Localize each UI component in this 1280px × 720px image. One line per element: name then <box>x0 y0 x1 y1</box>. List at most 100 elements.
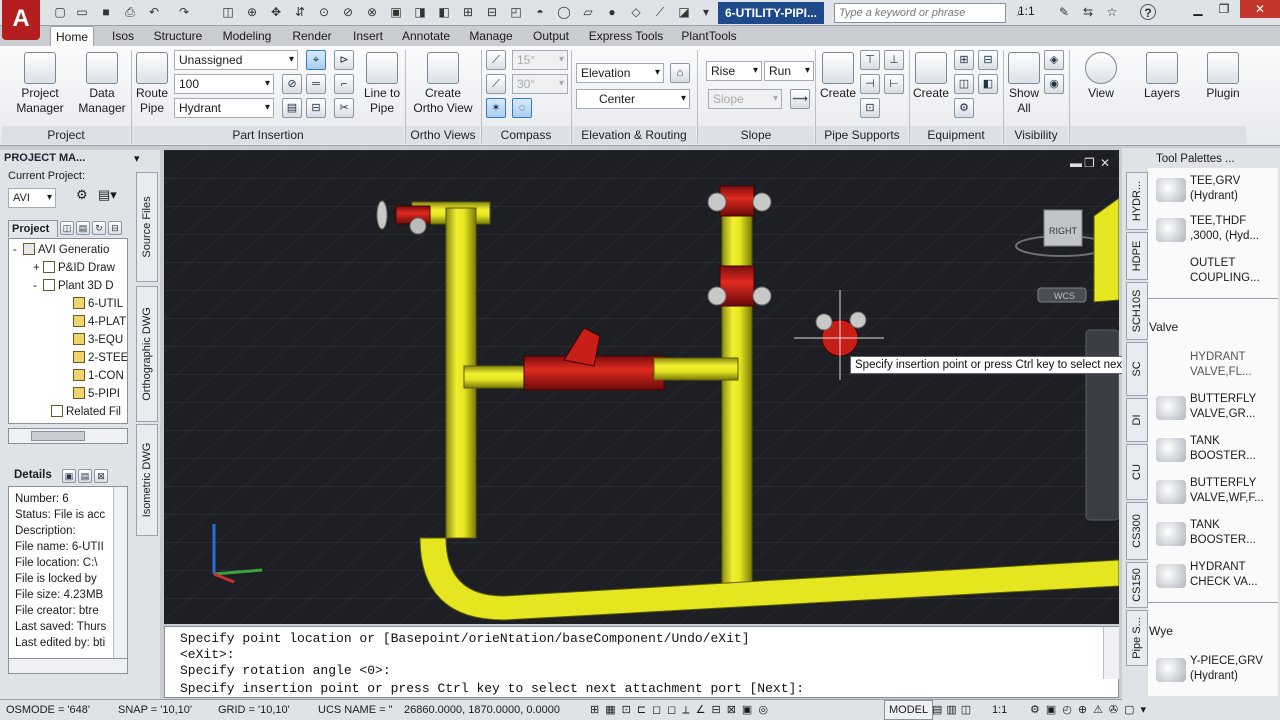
status-drafting-toggles[interactable]: ⊞▦⊡⊏◻◻⟂∠⊟⊠▣◎ <box>590 700 774 720</box>
line-to-pipe-button[interactable]: Line to Pipe <box>360 52 404 116</box>
justification-selector[interactable]: Center <box>576 89 690 109</box>
show-all-button[interactable]: Show All <box>1006 52 1042 116</box>
snap-tool-icon[interactable]: ⌖ <box>306 50 326 70</box>
create-ortho-view-button[interactable]: Create Ortho View <box>410 52 476 116</box>
tree-item[interactable]: 3-EQU <box>73 331 123 349</box>
visibility-tool-icon[interactable]: ◈ <box>1044 50 1064 70</box>
tree-expander[interactable]: + <box>33 259 43 277</box>
project-manager-button[interactable]: Project Manager <box>14 52 66 116</box>
command-line[interactable]: Specify point location or [Basepoint/ori… <box>164 626 1119 698</box>
tab-home[interactable]: Home <box>50 26 94 46</box>
tree-item[interactable]: 6-UTIL <box>73 295 123 313</box>
tree-item[interactable]: - AVI Generatio <box>13 241 109 259</box>
toolbar-icon[interactable]: ◫ <box>220 4 236 20</box>
palette-item-hydrant-check-valve[interactable]: HYDRANT CHECK VA... <box>1148 560 1278 592</box>
details-scrollbar[interactable] <box>113 487 127 661</box>
palette-tab[interactable]: CS150 <box>1126 562 1148 608</box>
view-button[interactable]: View <box>1078 52 1124 101</box>
tree-expander[interactable]: - <box>33 277 43 295</box>
equipment-tool-icon[interactable]: ⚙ <box>954 98 974 118</box>
tree-item[interactable]: 2-STEE <box>73 349 127 367</box>
size-selector[interactable]: 100 <box>174 74 274 94</box>
toolbar-icon[interactable]: ● <box>604 4 620 20</box>
pipe-support-create-button[interactable]: Create <box>820 52 856 101</box>
details-view-icon[interactable]: ▤ <box>78 469 92 483</box>
toolbar-icon[interactable]: ◰ <box>508 4 524 20</box>
tag-tool-icon[interactable]: ⊳ <box>334 50 354 70</box>
layers-button[interactable]: Layers <box>1138 52 1186 101</box>
tab-source-files[interactable]: Source Files <box>136 172 158 282</box>
tab-express-tools[interactable]: Express Tools <box>588 26 664 46</box>
tree-item[interactable]: 5-PIPI <box>73 385 120 403</box>
new-icon[interactable]: ▢ <box>52 4 68 20</box>
rise-field[interactable]: Rise <box>706 61 762 81</box>
palette-tab[interactable]: DI <box>1126 398 1148 442</box>
toolbar-icon[interactable]: ▣ <box>388 4 404 20</box>
toolbar-icon[interactable]: ⊗ <box>364 4 380 20</box>
tab-render[interactable]: Render <box>290 26 334 46</box>
minimize-icon[interactable]: ▁ <box>1184 0 1212 18</box>
cut-tool-icon[interactable]: ✂ <box>334 98 354 118</box>
toolbar-icon[interactable]: ⊙ <box>316 4 332 20</box>
palette-tab[interactable]: Pipe S... <box>1126 610 1148 666</box>
elbow-tool-icon[interactable]: ⌐ <box>334 74 354 94</box>
tab-planttools[interactable]: PlantTools <box>680 26 738 46</box>
route-pipe-button[interactable]: Route Pipe <box>134 52 170 116</box>
print-icon[interactable]: ⎙ <box>122 4 138 20</box>
tree-item[interactable]: 1-CON <box>73 367 124 385</box>
equipment-tool-icon[interactable]: ◫ <box>954 74 974 94</box>
compass-snap-icon[interactable]: ◌ <box>512 98 532 118</box>
viewport-restore-icon[interactable]: ❐ <box>1084 156 1095 170</box>
toolbar-icon[interactable]: ⇵ <box>292 4 308 20</box>
project-tree-tab[interactable]: Project <box>8 220 58 237</box>
tree-tool-icon[interactable]: ◫ <box>60 221 74 235</box>
status-layout-icons[interactable]: ▤▥◫ <box>932 700 975 720</box>
toolbar-icon[interactable]: ⊘ <box>340 4 356 20</box>
tree-item[interactable]: - Plant 3D D <box>33 277 114 295</box>
toolbar-icon[interactable]: ⟋ <box>652 4 668 20</box>
project-options-icon[interactable]: ▤▾ <box>98 187 122 203</box>
tab-isometric-dwg[interactable]: Isometric DWG <box>136 424 158 536</box>
search-input[interactable]: Type a keyword or phrase <box>834 3 1006 23</box>
tree-tool-icon[interactable]: ⊟ <box>108 221 122 235</box>
toolbar-icon[interactable]: ⊞ <box>460 4 476 20</box>
palette-item-y-piece[interactable]: Y-PIECE,GRV (Hydrant) <box>1148 654 1278 686</box>
tab-manage[interactable]: Manage <box>468 26 514 46</box>
equipment-tool-icon[interactable]: ◧ <box>978 74 998 94</box>
model-space-button[interactable]: MODEL <box>884 700 934 720</box>
compass-toggle-icon[interactable]: ✶ <box>486 98 506 118</box>
details-view-icon[interactable]: ▣ <box>62 469 76 483</box>
toolbar-icon[interactable]: ✥ <box>268 4 284 20</box>
application-menu-button[interactable]: A <box>2 0 40 40</box>
palette-tab[interactable]: HYDR... <box>1126 172 1148 230</box>
tree-item[interactable]: Related Fil <box>51 403 121 421</box>
visibility-tool-icon[interactable]: ◉ <box>1044 74 1064 94</box>
palette-menu-icon[interactable]: ▾ <box>134 152 148 166</box>
maximize-icon[interactable]: ❐ <box>1210 0 1238 18</box>
tab-output[interactable]: Output <box>530 26 572 46</box>
favorites-icon[interactable]: ☆ <box>1104 4 1120 20</box>
scrollbar-thumb[interactable] <box>31 431 85 441</box>
viewport-close-icon[interactable]: ✕ <box>1100 156 1110 170</box>
exchange-icon[interactable]: ⇆ <box>1080 4 1096 20</box>
palette-tab[interactable]: SC <box>1126 342 1148 396</box>
palette-item-butterfly-valve-gr[interactable]: BUTTERFLY VALVE,GR... <box>1148 392 1278 424</box>
tree-item[interactable]: + P&ID Draw <box>33 259 115 277</box>
tab-modeling[interactable]: Modeling <box>220 26 274 46</box>
tab-isos[interactable]: Isos <box>110 26 136 46</box>
spec-selector[interactable]: Unassigned <box>174 50 298 70</box>
support-tool-icon[interactable]: ⊤ <box>860 50 880 70</box>
dropdown-icon[interactable]: ▾ <box>698 4 714 20</box>
palette-tab[interactable]: HDPE <box>1126 232 1148 280</box>
model-viewport[interactable]: RIGHT WCS ▬ ❐ ✕ <box>164 150 1119 624</box>
command-prompt[interactable]: Specify insertion point or press Ctrl ke… <box>180 681 804 697</box>
details-view-icon[interactable]: ⊠ <box>94 469 108 483</box>
palette-item-butterfly-valve-wf[interactable]: BUTTERFLY VALVE,WF,F... <box>1148 476 1278 508</box>
compass-angle-icon[interactable]: ⟋ <box>486 50 506 70</box>
palette-item-tee-grv[interactable]: TEE,GRV (Hydrant) <box>1148 174 1278 206</box>
toolbar-icon[interactable]: ⊕ <box>244 4 260 20</box>
status-annotation-scale[interactable]: 1:1 <box>992 700 1007 720</box>
palette-item-tee-thdf[interactable]: TEE,THDF ,3000, (Hyd... <box>1148 214 1278 246</box>
support-tool-icon[interactable]: ⊥ <box>884 50 904 70</box>
part-selector[interactable]: Hydrant <box>174 98 274 118</box>
